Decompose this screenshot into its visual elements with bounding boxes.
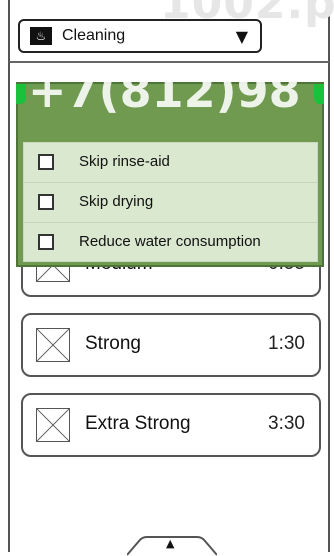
chevron-down-icon: ▼	[235, 27, 248, 46]
checkbox[interactable]	[38, 194, 54, 210]
option-label: Skip rinse-aid	[79, 153, 170, 170]
popup-accent-right	[314, 84, 324, 104]
header-divider	[9, 61, 329, 63]
checkbox[interactable]	[38, 234, 54, 250]
mode-select[interactable]: ♨ Cleaning ▼	[18, 19, 262, 53]
option-skip-rinse-aid[interactable]: Skip rinse-aid	[24, 143, 317, 183]
option-label: Skip drying	[79, 193, 154, 210]
option-list: Skip rinse-aid Skip drying Reduce water …	[23, 142, 318, 262]
option-label: Reduce water consumption	[79, 233, 261, 250]
program-name: Strong	[85, 333, 141, 354]
program-time: 1:30	[268, 333, 305, 354]
option-skip-drying[interactable]: Skip drying	[24, 183, 317, 223]
chevron-up-icon[interactable]: ▲	[166, 537, 174, 550]
program-name: Extra Strong	[85, 413, 191, 434]
watermark-phone: +7(812)98	[28, 64, 301, 118]
popup-accent-left	[16, 84, 26, 104]
checkbox[interactable]	[38, 154, 54, 170]
mode-select-label: Cleaning	[62, 27, 126, 44]
program-placeholder-icon	[36, 408, 70, 442]
option-reduce-water[interactable]: Reduce water consumption	[24, 223, 317, 263]
program-time: 3:30	[268, 413, 305, 434]
program-placeholder-icon	[36, 328, 70, 362]
program-card-extra-strong[interactable]: Extra Strong 3:30	[21, 393, 321, 457]
program-card-strong[interactable]: Strong 1:30	[21, 313, 321, 377]
dishwasher-icon: ♨	[30, 27, 52, 45]
